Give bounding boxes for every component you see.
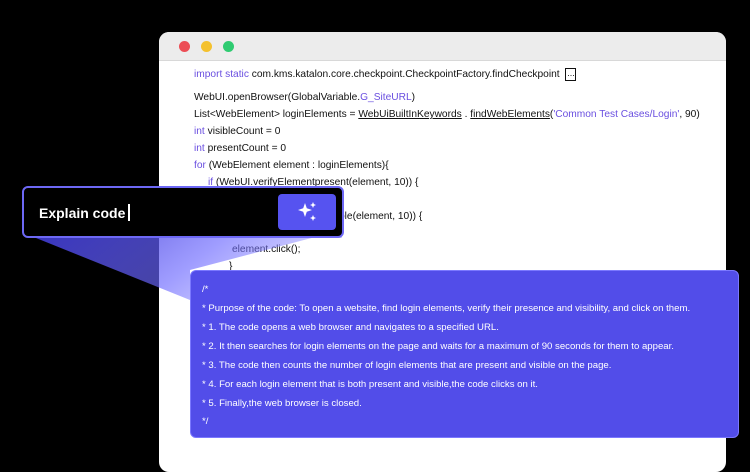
code-keyword: import static: [194, 69, 249, 81]
code-text: ble(element, 10)) {: [339, 211, 423, 222]
code-text: visibleCount = 0: [204, 126, 281, 137]
code-text: ): [411, 92, 416, 103]
code-line-5: int presentCount = 0: [194, 142, 286, 156]
code-text: element.click();: [232, 244, 301, 255]
code-line-6: for (WebElement element : loginElements)…: [194, 159, 389, 173]
explanation-line: * 5. Finally,the web browser is closed.: [202, 398, 362, 409]
explanation-line: * 1. The code opens a web browser and na…: [202, 322, 499, 333]
sparkles-icon: [298, 202, 316, 221]
code-text: WebUI.openBrowser(GlobalVariable.: [194, 92, 361, 103]
explanation-line: */: [202, 416, 209, 427]
code-line-9: element.click();: [232, 243, 301, 257]
code-text: (WebElement element : loginElements){: [205, 160, 389, 171]
explanation-line: * 2. It then searches for login elements…: [202, 341, 674, 352]
explanation-line: * 3. The code then counts the number of …: [202, 360, 612, 371]
window-titlebar: [159, 32, 726, 61]
code-text: .: [461, 109, 471, 120]
minimize-window-button[interactable]: [201, 41, 212, 52]
code-reference: G_SiteURL: [360, 92, 412, 103]
generate-explanation-button[interactable]: [278, 194, 336, 230]
code-text: presentCount = 0: [204, 143, 287, 154]
prompt-text: Explain code: [39, 204, 131, 221]
close-window-button[interactable]: [179, 41, 190, 52]
fold-toggle[interactable]: ...: [565, 68, 577, 81]
text-caret: [128, 204, 131, 221]
code-line-1: import static com.kms.katalon.core.check…: [194, 68, 577, 82]
code-explanation-panel: /* * Purpose of the code: To open a webs…: [190, 270, 739, 438]
code-keyword: int: [194, 143, 205, 154]
code-string: 'Common Test Cases/Login': [553, 109, 680, 120]
explanation-line: * 4. For each login element that is both…: [202, 379, 538, 390]
code-link[interactable]: WebUiBuiltInKeywords: [358, 109, 461, 120]
code-line-8: ble(element, 10)) {: [339, 210, 422, 224]
code-text: com.kms.katalon.core.checkpoint.Checkpoi…: [248, 69, 560, 81]
explain-prompt-input[interactable]: Explain code: [22, 186, 344, 238]
code-link[interactable]: findWebElements: [470, 109, 550, 120]
explanation-line: * Purpose of the code: To open a website…: [202, 303, 691, 314]
code-line-2: WebUI.openBrowser(GlobalVariable.G_SiteU…: [194, 91, 415, 105]
code-line-4: int visibleCount = 0: [194, 125, 280, 139]
explanation-line: /*: [202, 284, 209, 295]
maximize-window-button[interactable]: [223, 41, 234, 52]
code-text: , 90): [679, 109, 700, 120]
code-keyword: int: [194, 126, 205, 137]
code-keyword: for: [194, 160, 206, 171]
code-line-3: List<WebElement> loginElements = WebUiBu…: [194, 108, 700, 122]
code-text: List<WebElement> loginElements =: [194, 109, 359, 120]
